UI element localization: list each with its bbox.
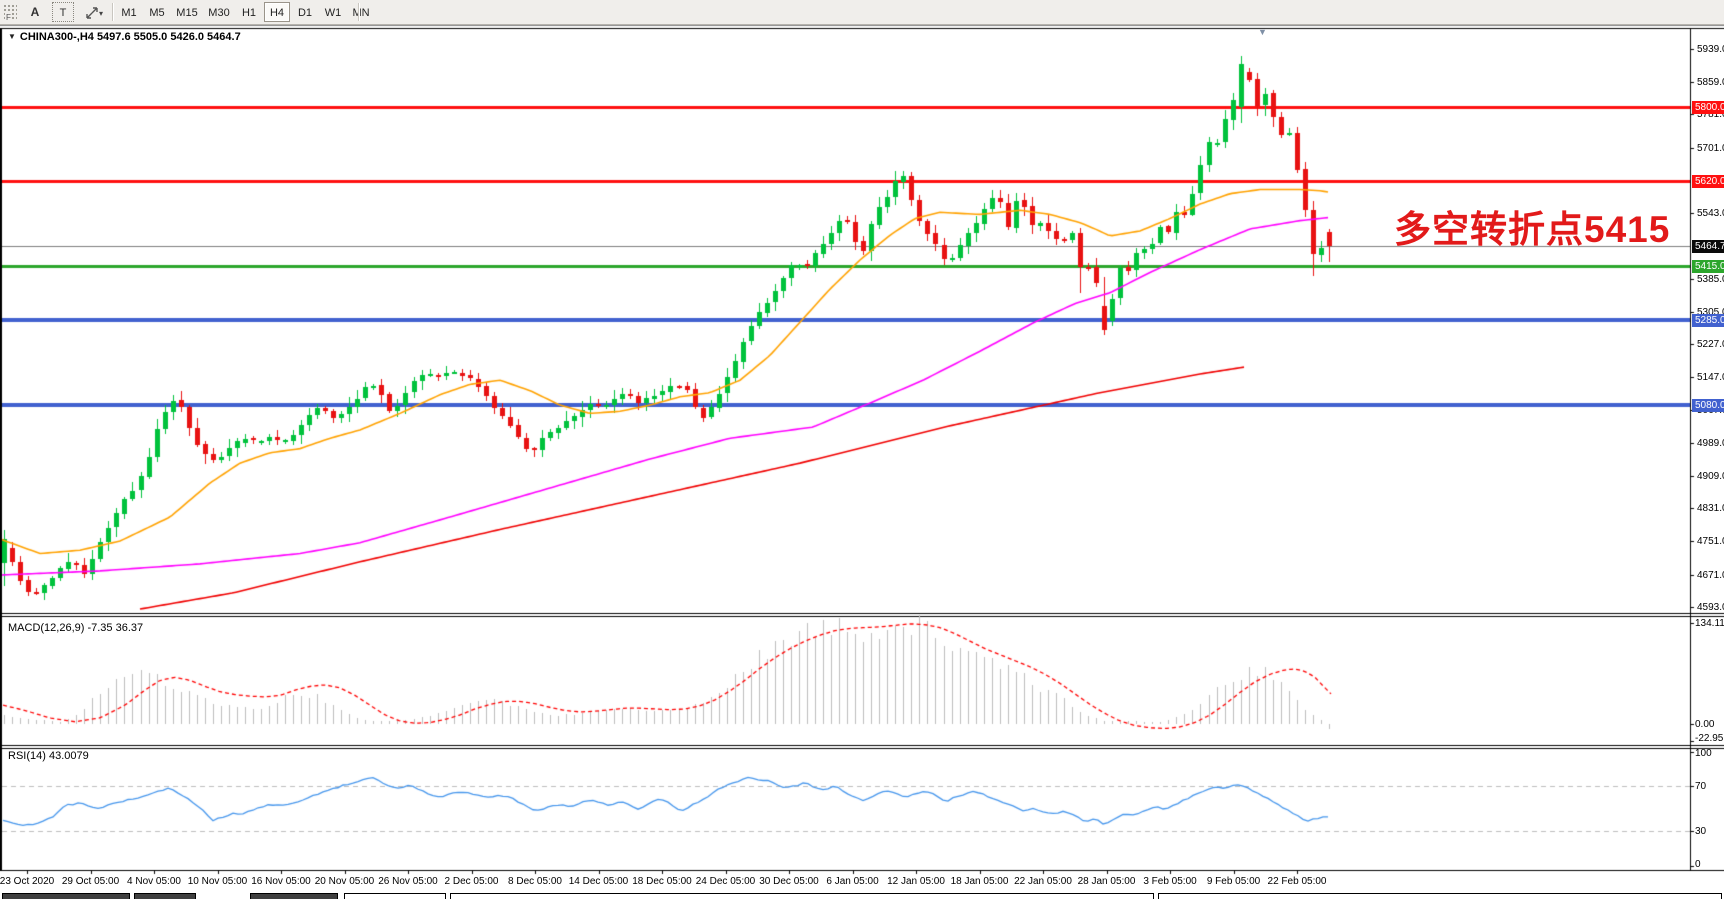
timeframe-button-h4[interactable]: H4 [264, 2, 290, 22]
toolbar-grip-label: F [5, 13, 12, 22]
toolbar: F A T ▾ M1M5M15M30H1H4D1W1MN [0, 0, 1724, 25]
price-tick-label: 5147.0 [1697, 372, 1724, 383]
rsi-tick-label: 70 [1695, 781, 1706, 792]
bottom-window-strip [0, 893, 1724, 899]
date-tick-label: 3 Feb 05:00 [1143, 876, 1196, 887]
trading-terminal: F A T ▾ M1M5M15M30H1H4D1W1MN ▼ CHINA300-,… [0, 0, 1724, 899]
timeframe-button-m5[interactable]: M5 [144, 2, 170, 22]
date-tick-label: 20 Nov 05:00 [315, 876, 375, 887]
price-tick-label: 5701.0 [1697, 143, 1724, 154]
window-tab-top[interactable] [344, 893, 446, 899]
date-tick-label: 14 Dec 05:00 [569, 876, 629, 887]
toolbar-separator-2 [358, 3, 359, 21]
date-tick-label: 4 Nov 05:00 [127, 876, 181, 887]
timeframe-button-m1[interactable]: M1 [116, 2, 142, 22]
price-tick-label: 4593.0 [1697, 602, 1724, 613]
rsi-tick-label: 100 [1695, 748, 1712, 759]
timeframe-button-w1[interactable]: W1 [320, 2, 346, 22]
price-tick-label: 5385.0 [1697, 274, 1724, 285]
arrows-tool-caret-icon: ▾ [99, 9, 103, 18]
price-tick-label: 4751.0 [1697, 536, 1724, 547]
toolbar-separator [112, 3, 113, 21]
date-tick-label: 16 Nov 05:00 [251, 876, 311, 887]
symbol-ohlc-text: CHINA300-,H4 5497.6 5505.0 5426.0 5464.7 [20, 31, 241, 43]
timeframe-button-mn[interactable]: MN [348, 2, 374, 22]
price-level-badge: 5080.0 [1692, 399, 1724, 412]
date-tick-label: 18 Jan 05:00 [951, 876, 1009, 887]
window-tab-top[interactable] [1158, 893, 1722, 899]
date-tick-label: 22 Feb 05:00 [1268, 876, 1327, 887]
date-tick-label: 18 Dec 05:00 [632, 876, 692, 887]
chart-annotation-text: 多空转折点5415 [1394, 199, 1670, 253]
price-tick-label: 5227.0 [1697, 339, 1724, 350]
arrows-tool-button[interactable]: ▾ [80, 2, 108, 22]
date-tick-label: 12 Jan 05:00 [887, 876, 945, 887]
macd-tick-label: -22.95 [1695, 733, 1723, 744]
price-tick-label: 4671.0 [1697, 570, 1724, 581]
window-tab-top[interactable] [134, 893, 196, 899]
rsi-indicator-label: RSI(14) 43.0079 [8, 750, 89, 762]
date-tick-label: 28 Jan 05:00 [1078, 876, 1136, 887]
date-tick-label: 22 Jan 05:00 [1014, 876, 1072, 887]
chart-canvas[interactable] [0, 25, 1724, 893]
rsi-tick-label: 0 [1695, 859, 1701, 870]
price-tick-label: 4989.0 [1697, 438, 1724, 449]
macd-tick-label: 134.11 [1695, 618, 1724, 629]
price-tick-label: 4831.0 [1697, 503, 1724, 514]
price-level-badge: 5800.0 [1692, 101, 1724, 114]
price-tick-label: 5859.0 [1697, 77, 1724, 88]
price-level-badge: 5464.7 [1692, 240, 1724, 253]
date-tick-label: 24 Dec 05:00 [696, 876, 756, 887]
symbol-title: ▼ CHINA300-,H4 5497.6 5505.0 5426.0 5464.… [8, 31, 241, 43]
date-tick-label: 8 Dec 05:00 [508, 876, 562, 887]
window-tab-top[interactable] [250, 893, 338, 899]
price-level-badge: 5620.0 [1692, 175, 1724, 188]
symbol-dropdown-icon[interactable]: ▼ [8, 32, 16, 41]
date-tick-label: 30 Dec 05:00 [759, 876, 819, 887]
timeframe-button-h1[interactable]: H1 [236, 2, 262, 22]
price-tick-label: 4909.0 [1697, 471, 1724, 482]
macd-tick-label: 0.00 [1695, 719, 1714, 730]
rsi-tick-label: 30 [1695, 826, 1706, 837]
date-tick-label: 29 Oct 05:00 [62, 876, 119, 887]
date-tick-label: 6 Jan 05:00 [826, 876, 878, 887]
window-tab-top[interactable] [2, 893, 130, 899]
macd-indicator-label: MACD(12,26,9) -7.35 36.37 [8, 622, 143, 634]
window-tab-top[interactable] [450, 893, 1154, 899]
text-label-tool-button[interactable]: A [24, 2, 46, 22]
scroll-marker-icon[interactable]: ▼ [1258, 27, 1267, 37]
arrows-icon [85, 6, 99, 20]
price-tick-label: 5939.0 [1697, 44, 1724, 55]
price-level-badge: 5285.0 [1692, 314, 1724, 327]
chart-window: ▼ CHINA300-,H4 5497.6 5505.0 5426.0 5464.… [0, 25, 1724, 893]
date-tick-label: 26 Nov 05:00 [378, 876, 438, 887]
price-level-badge: 5415.0 [1692, 260, 1724, 273]
date-tick-label: 2 Dec 05:00 [445, 876, 499, 887]
date-tick-label: 10 Nov 05:00 [188, 876, 248, 887]
text-tool-button[interactable]: T [52, 2, 74, 22]
timeframe-button-m15[interactable]: M15 [172, 2, 202, 22]
date-tick-label: 23 Oct 2020 [0, 876, 54, 887]
price-tick-label: 5543.0 [1697, 208, 1724, 219]
date-tick-label: 9 Feb 05:00 [1207, 876, 1260, 887]
timeframe-button-m30[interactable]: M30 [204, 2, 234, 22]
timeframe-button-d1[interactable]: D1 [292, 2, 318, 22]
